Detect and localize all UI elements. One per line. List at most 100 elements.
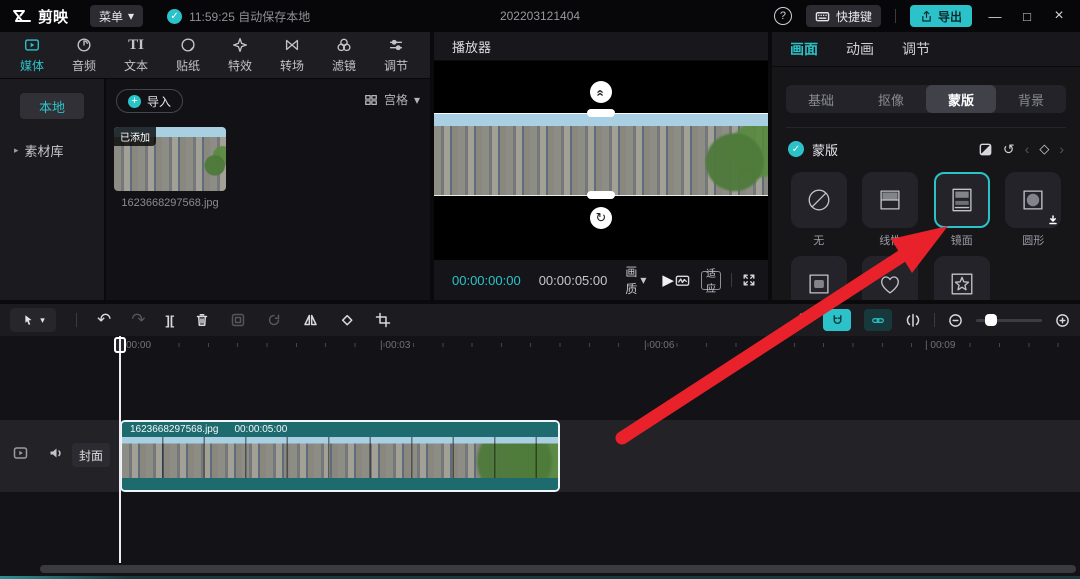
- record-audio-button[interactable]: [794, 312, 810, 328]
- ruler-label: 00:00: [126, 340, 151, 351]
- timeline-scrollbar[interactable]: [40, 565, 1076, 573]
- keyframe-prev-icon[interactable]: ‹: [1025, 141, 1030, 157]
- clip-footer: [122, 478, 558, 490]
- autosave-text: 11:59:25 自动保存本地: [189, 8, 310, 25]
- auto-snap-toggle[interactable]: [823, 309, 851, 331]
- mask-mirror-icon[interactable]: [934, 172, 990, 228]
- keyframe-next-icon[interactable]: ›: [1059, 141, 1064, 157]
- playhead-handle[interactable]: [114, 337, 126, 353]
- player-title: 播放器: [452, 37, 491, 56]
- mask-option-star[interactable]: [931, 256, 993, 300]
- mask-option-mirror[interactable]: 镜面: [931, 172, 993, 248]
- download-icon: [1048, 215, 1058, 225]
- help-icon[interactable]: ?: [774, 7, 792, 25]
- clip-filmstrip: [122, 437, 558, 478]
- track-type-icon[interactable]: [12, 445, 29, 461]
- fit-button[interactable]: 适应: [701, 271, 721, 290]
- import-button[interactable]: + 导入: [116, 89, 183, 113]
- mask-option-linear[interactable]: 线性: [860, 172, 922, 248]
- mask-rotate-handle[interactable]: ↻: [590, 207, 612, 229]
- mask-circle-label: 圆形: [1022, 232, 1044, 248]
- tab-picture[interactable]: 画面: [790, 39, 818, 59]
- tab-transitions[interactable]: 转场: [266, 32, 318, 78]
- export-button[interactable]: 导出: [910, 5, 972, 27]
- timeline-clip[interactable]: 1623668297568.jpg 00:00:05:00: [120, 420, 560, 492]
- invert-mask-icon[interactable]: [978, 142, 993, 157]
- mask-linear-icon[interactable]: [862, 172, 918, 228]
- mask-handle-top[interactable]: [587, 109, 615, 117]
- mask-circle-icon[interactable]: [1005, 172, 1061, 228]
- zoom-out-icon[interactable]: [948, 313, 963, 328]
- delete-button[interactable]: [194, 312, 210, 328]
- mirror-button[interactable]: [302, 312, 319, 328]
- rotate-icon: ↻: [596, 210, 607, 226]
- subtab-basic[interactable]: 基础: [786, 85, 856, 113]
- grid-view-icon: [364, 93, 378, 107]
- rotate-button[interactable]: [339, 312, 355, 328]
- tab-filters[interactable]: 滤镜: [318, 32, 370, 78]
- tab-effects[interactable]: 特效: [214, 32, 266, 78]
- cover-button[interactable]: 封面: [72, 443, 110, 467]
- waveform-monitor-button[interactable]: [674, 273, 691, 288]
- tab-animation[interactable]: 动画: [846, 39, 874, 59]
- mask-option-rectangle[interactable]: [788, 256, 850, 300]
- menu-button[interactable]: 菜单 ▾: [90, 5, 143, 27]
- undo-button[interactable]: ↶: [97, 310, 111, 330]
- subtab-mask[interactable]: 蒙版: [926, 85, 996, 113]
- sidebar-item-library[interactable]: ▸ 素材库: [0, 141, 104, 160]
- inspector-tabstrip: 画面 动画 调节: [772, 32, 1080, 67]
- reverse-button[interactable]: [266, 312, 282, 328]
- shortcuts-button[interactable]: 快捷键: [806, 5, 881, 27]
- minimize-button[interactable]: —: [986, 9, 1004, 24]
- mask-option-circle[interactable]: 圆形: [1003, 172, 1065, 248]
- play-button[interactable]: ▶: [662, 271, 674, 289]
- redo-button[interactable]: ↷: [131, 310, 145, 330]
- mask-checkbox[interactable]: ✓: [788, 141, 804, 157]
- tab-audio[interactable]: 音频: [58, 32, 110, 78]
- reset-icon[interactable]: ↺: [1003, 141, 1015, 158]
- tab-adjust-label: 调节: [384, 57, 408, 74]
- view-mode-selector[interactable]: 宫格 ▾: [364, 91, 420, 108]
- mask-none-icon[interactable]: [791, 172, 847, 228]
- plus-icon: +: [128, 95, 141, 108]
- mask-handle-bottom[interactable]: [587, 191, 615, 199]
- link-preview-toggle[interactable]: [864, 309, 892, 331]
- subtab-background[interactable]: 背景: [996, 85, 1066, 113]
- preview-axis-button[interactable]: [905, 312, 921, 328]
- mask-rectangle-icon[interactable]: [791, 256, 847, 300]
- close-button[interactable]: ×: [1050, 7, 1068, 25]
- sidebar-item-local[interactable]: 本地: [20, 93, 84, 119]
- mask-star-icon[interactable]: [934, 256, 990, 300]
- mask-options-grid: 无 线性 镜面: [772, 158, 1080, 300]
- timeline-body[interactable]: 封面 1623668297568.jpg 00:00:05:00: [0, 356, 1080, 579]
- zoom-slider-handle[interactable]: [985, 314, 997, 326]
- mask-heart-icon[interactable]: [862, 256, 918, 300]
- mask-option-none[interactable]: 无: [788, 172, 850, 248]
- freeze-frame-button[interactable]: [230, 312, 246, 328]
- preview-canvas[interactable]: « ↻: [434, 61, 768, 260]
- quality-dropdown[interactable]: 画质 ▾: [625, 263, 646, 297]
- tab-sticker[interactable]: 贴纸: [162, 32, 214, 78]
- menu-label: 菜单: [99, 8, 123, 25]
- mask-linear-label: 线性: [879, 232, 901, 248]
- tab-text[interactable]: TI 文本: [110, 32, 162, 78]
- keyframe-diamond-icon[interactable]: ◇: [1039, 141, 1049, 157]
- select-tool-button[interactable]: ▾: [10, 308, 56, 332]
- zoom-in-icon[interactable]: [1055, 313, 1070, 328]
- timeline-ruler[interactable]: 00:00 | 00:03 | 00:06 | 00:09: [0, 336, 1080, 356]
- playhead[interactable]: [119, 336, 121, 563]
- tab-media[interactable]: 媒体: [6, 32, 58, 78]
- crop-button[interactable]: [375, 312, 391, 328]
- maximize-button[interactable]: □: [1018, 9, 1036, 24]
- subtab-cutout[interactable]: 抠像: [856, 85, 926, 113]
- media-item-thumbnail[interactable]: 已添加: [114, 127, 226, 191]
- tab-adjust[interactable]: 调节: [370, 32, 422, 78]
- tab-adjustment[interactable]: 调节: [902, 39, 930, 59]
- mask-feather-handle[interactable]: «: [590, 81, 612, 103]
- mask-option-heart[interactable]: [860, 256, 922, 300]
- mute-track-icon[interactable]: [48, 445, 64, 461]
- current-time: 00:00:00:00: [452, 273, 521, 288]
- fullscreen-icon[interactable]: [742, 273, 756, 287]
- timeline-zoom-slider[interactable]: [976, 319, 1042, 322]
- split-button[interactable]: ][: [166, 313, 175, 328]
